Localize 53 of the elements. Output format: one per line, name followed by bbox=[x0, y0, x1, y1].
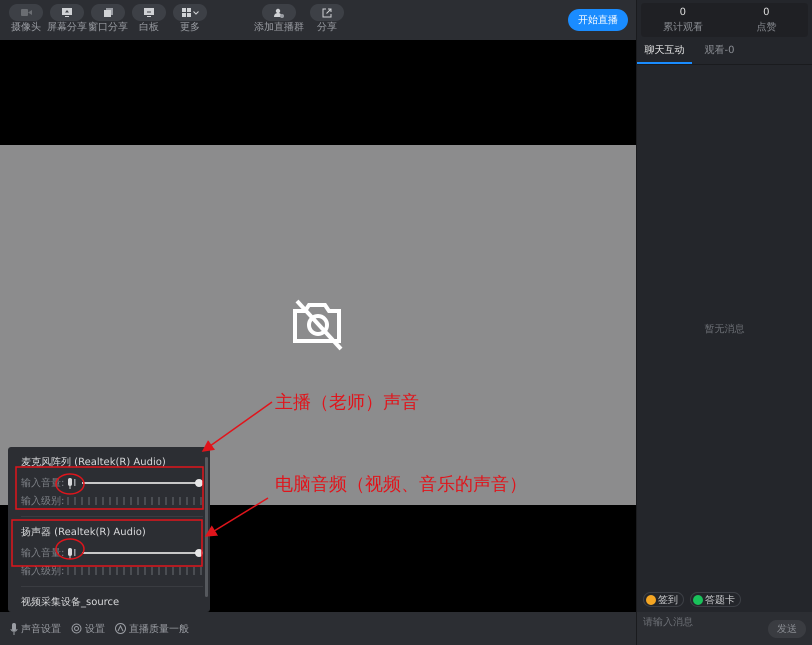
annotation-arrow bbox=[204, 497, 268, 537]
monitor-upload-icon bbox=[62, 8, 72, 17]
microphone-icon bbox=[67, 548, 76, 558]
bottom-bar-item[interactable]: 声音设置 bbox=[21, 622, 61, 636]
toolbar-button[interactable] bbox=[262, 4, 296, 21]
tool-label: 添加直播群 bbox=[254, 22, 304, 34]
toolbar-button[interactable] bbox=[91, 4, 125, 21]
level-label: 输入级别: bbox=[21, 565, 61, 578]
grid-icon bbox=[182, 8, 190, 17]
annotation-text: 电脑音频（视频、音乐的声音） bbox=[275, 473, 527, 496]
microphone-icon bbox=[10, 622, 18, 634]
empty-message: 暂无消息 bbox=[704, 322, 744, 336]
tool-label: 窗口分享 bbox=[88, 22, 128, 34]
whiteboard-icon bbox=[144, 8, 154, 17]
share-icon bbox=[322, 8, 332, 18]
people-add-icon bbox=[274, 8, 284, 18]
scrollbar[interactable] bbox=[205, 457, 208, 597]
microphone-icon bbox=[67, 478, 76, 488]
tool-label: 白板 bbox=[139, 22, 159, 34]
camera-off-icon bbox=[291, 299, 345, 351]
device-name: 扬声器 (Realtek(R) Audio) bbox=[21, 526, 147, 540]
annotation-text: 主播（老师）声音 bbox=[275, 391, 419, 414]
toolbar-button[interactable] bbox=[173, 4, 207, 21]
chat-action-button[interactable]: 答题卡 bbox=[690, 592, 741, 607]
slider-thumb[interactable] bbox=[195, 479, 203, 487]
start-live-button[interactable]: 开始直播 bbox=[568, 9, 628, 31]
send-button[interactable]: 发送 bbox=[768, 620, 806, 638]
level-label: 输入级别: bbox=[21, 494, 61, 508]
signal-quality-icon bbox=[115, 623, 126, 634]
tool-label: 摄像头 bbox=[11, 22, 41, 34]
chat-action-button[interactable]: 签到 bbox=[643, 592, 684, 607]
bottom-bar-item[interactable]: 设置 bbox=[85, 622, 105, 636]
toolbar-button[interactable] bbox=[310, 4, 344, 21]
video-camera-icon bbox=[20, 9, 32, 16]
stat-label: 累计观看 bbox=[662, 20, 703, 34]
bottom-bar-item[interactable]: 直播质量一般 bbox=[129, 622, 189, 636]
device-name: 麦克风阵列 (Realtek(R) Audio) bbox=[21, 456, 167, 470]
message-input[interactable]: 请输入消息 bbox=[643, 617, 768, 628]
settings-icon bbox=[71, 623, 82, 634]
annotation-arrow bbox=[202, 401, 272, 452]
stat-value: 0 bbox=[763, 6, 770, 18]
stat-label: 点赞 bbox=[756, 20, 776, 34]
tab[interactable]: 观看-0 bbox=[692, 37, 747, 64]
tool-label: 更多 bbox=[180, 22, 200, 34]
stat-value: 0 bbox=[680, 6, 686, 18]
tab[interactable]: 聊天互动 bbox=[637, 37, 692, 64]
toolbar-button[interactable] bbox=[50, 4, 84, 21]
device-name: 视频采集设备_source bbox=[21, 596, 120, 610]
tool-label: 屏幕分享 bbox=[47, 22, 87, 34]
toolbar-button[interactable] bbox=[132, 4, 166, 21]
caret-icon bbox=[192, 10, 198, 14]
tool-label: 分享 bbox=[317, 22, 337, 34]
windows-icon bbox=[104, 8, 112, 17]
